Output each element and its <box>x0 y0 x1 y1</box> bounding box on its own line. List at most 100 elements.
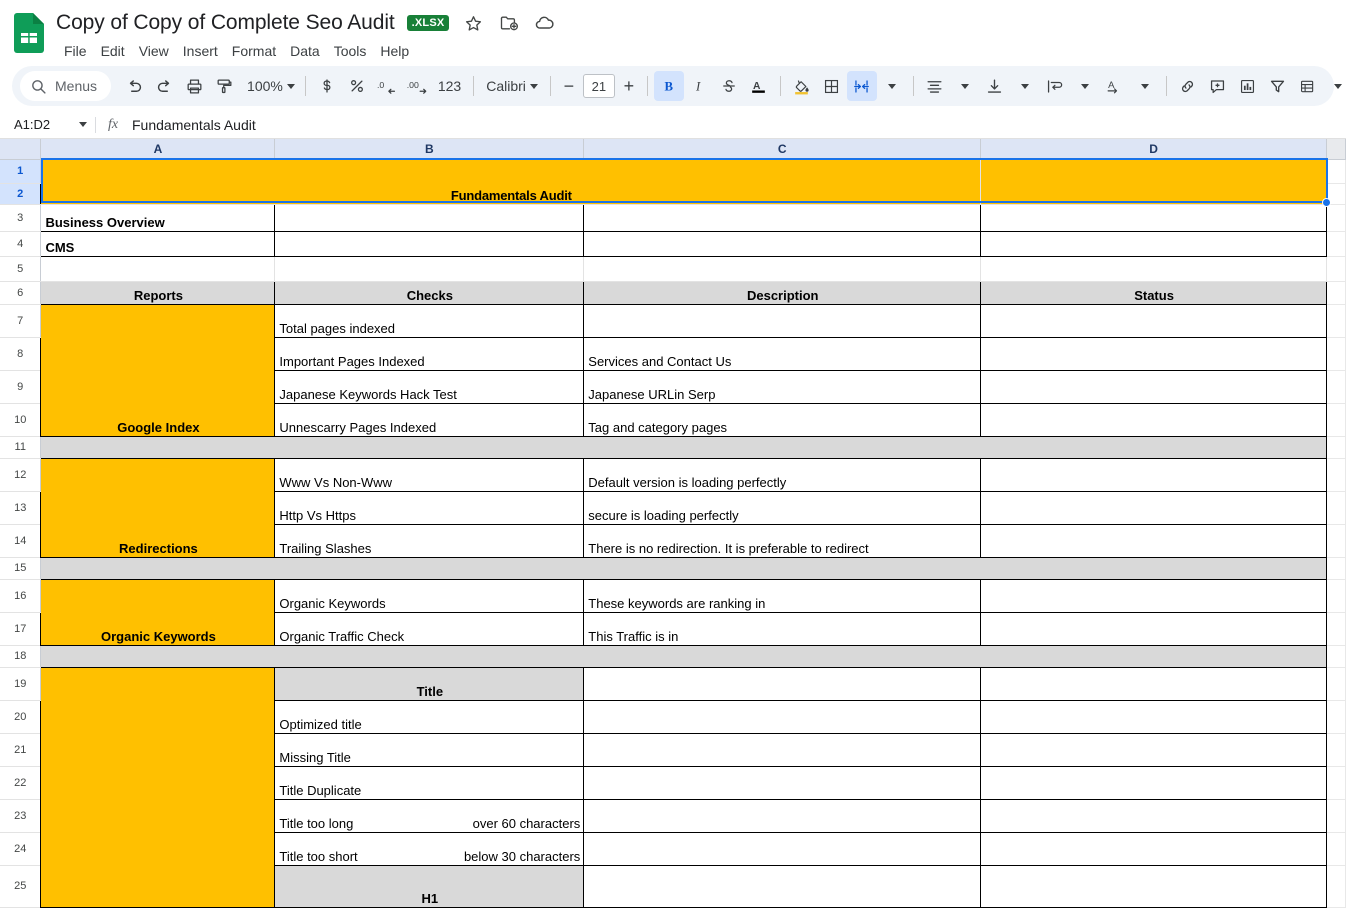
row-header-14[interactable]: 14 <box>0 524 42 558</box>
column-title-reports[interactable]: Reports <box>40 280 276 305</box>
cell-b3[interactable] <box>274 203 585 232</box>
merged-title-cell[interactable]: Fundamentals Audit <box>40 158 982 205</box>
subsection-header-h1[interactable]: H1 <box>274 864 585 908</box>
vertical-align-dropdown[interactable] <box>1010 71 1040 101</box>
horizontal-align-button[interactable] <box>920 71 950 101</box>
cell-d25[interactable] <box>980 864 1327 908</box>
strikethrough-button[interactable] <box>714 71 744 101</box>
font-size-input[interactable] <box>582 74 615 98</box>
cell-e14[interactable] <box>1326 524 1346 558</box>
cell-e7[interactable] <box>1326 304 1346 338</box>
cell-e17[interactable] <box>1326 612 1346 646</box>
row-header-20[interactable]: 20 <box>0 700 42 734</box>
section-label-organic-keywords[interactable]: Organic Keywords <box>40 578 276 646</box>
table-row[interactable]: 15 <box>0 556 1346 580</box>
cell-b4[interactable] <box>274 230 585 257</box>
row-header-21[interactable]: 21 <box>0 733 42 767</box>
zoom-selector[interactable]: 100% <box>239 71 299 101</box>
cell-c13[interactable]: secure is loading perfectly <box>583 490 982 525</box>
cell-c22[interactable] <box>583 765 982 800</box>
functions-button[interactable] <box>1293 71 1323 101</box>
column-title-checks[interactable]: Checks <box>274 280 585 305</box>
insert-comment-button[interactable] <box>1203 71 1233 101</box>
text-rotation-button[interactable]: A <box>1100 71 1130 101</box>
cell-a4[interactable]: CMS <box>40 230 276 257</box>
cell-b23[interactable]: Title too long over 60 characters <box>274 798 585 833</box>
cell-b12[interactable]: Www Vs Non-Www <box>274 457 585 492</box>
cell-c9[interactable]: Japanese URLin Serp <box>583 369 982 404</box>
row-header-25[interactable]: 25 <box>0 865 42 908</box>
text-rotation-dropdown[interactable] <box>1130 71 1160 101</box>
formula-input[interactable]: Fundamentals Audit <box>130 117 1346 133</box>
cell-c7[interactable] <box>583 303 982 338</box>
column-title-description[interactable]: Description <box>583 280 982 305</box>
subsection-header-title[interactable]: Title <box>274 666 585 701</box>
insert-chart-button[interactable] <box>1233 71 1263 101</box>
cell-b20[interactable]: Optimized title <box>274 699 585 734</box>
menu-data[interactable]: Data <box>283 39 327 63</box>
cell-c16[interactable]: These keywords are ranking in <box>583 578 982 613</box>
merge-cells-button[interactable] <box>846 71 877 101</box>
cell-c21[interactable] <box>583 732 982 767</box>
table-row[interactable]: 18 <box>0 644 1346 668</box>
paint-format-button[interactable] <box>209 71 239 101</box>
cell-d5[interactable] <box>980 256 1327 282</box>
cell-e25[interactable] <box>1326 865 1346 908</box>
cell-e13[interactable] <box>1326 491 1346 525</box>
cell-b21[interactable]: Missing Title <box>274 732 585 767</box>
row-header-15[interactable]: 15 <box>0 557 42 580</box>
row-header-23[interactable]: 23 <box>0 799 42 833</box>
text-color-button[interactable]: A <box>744 71 774 101</box>
undo-button[interactable] <box>119 71 149 101</box>
table-row[interactable]: 12 Redirections Www Vs Non-Www Default v… <box>0 457 1346 558</box>
cell-d23[interactable] <box>980 798 1327 833</box>
cell-e2[interactable] <box>1326 183 1346 205</box>
cell-a5[interactable] <box>40 256 276 282</box>
cell-e6[interactable] <box>1326 281 1346 305</box>
cell-b13[interactable]: Http Vs Https <box>274 490 585 525</box>
functions-dropdown[interactable] <box>1323 71 1346 101</box>
borders-button[interactable] <box>817 71 847 101</box>
cell-e8[interactable] <box>1326 337 1346 371</box>
table-row[interactable]: 3 Business Overview <box>0 203 1346 232</box>
cell-c17[interactable]: This Traffic is in <box>583 611 982 646</box>
cell-c10[interactable]: Tag and category pages <box>583 402 982 437</box>
row-header-24[interactable]: 24 <box>0 832 42 866</box>
section-separator[interactable] <box>40 435 1327 459</box>
cloud-saved-icon[interactable] <box>533 11 557 35</box>
text-wrap-button[interactable] <box>1040 71 1070 101</box>
cell-c23[interactable] <box>583 798 982 833</box>
menu-format[interactable]: Format <box>225 39 283 63</box>
cell-c19[interactable] <box>583 666 982 701</box>
row-header-7[interactable]: 7 <box>0 304 42 338</box>
decrease-decimal-button[interactable]: .0 <box>372 71 402 101</box>
cell-c12[interactable]: Default version is loading perfectly <box>583 457 982 492</box>
cell-c14[interactable]: There is no redirection. It is preferabl… <box>583 523 982 558</box>
section-label-google-index[interactable]: Google Index <box>40 303 276 437</box>
row-header-17[interactable]: 17 <box>0 612 42 646</box>
cell-d20[interactable] <box>980 699 1327 734</box>
cell-e3[interactable] <box>1326 204 1346 232</box>
cell-e20[interactable] <box>1326 700 1346 734</box>
cell-e21[interactable] <box>1326 733 1346 767</box>
row-header-12[interactable]: 12 <box>0 458 42 492</box>
merge-cells-dropdown[interactable] <box>877 71 907 101</box>
text-wrap-dropdown[interactable] <box>1070 71 1100 101</box>
cell-c25[interactable] <box>583 864 982 908</box>
cell-d19[interactable] <box>980 666 1327 701</box>
section-separator[interactable] <box>40 644 1327 668</box>
row-header-13[interactable]: 13 <box>0 491 42 525</box>
cell-d17[interactable] <box>980 611 1327 646</box>
cell-c24[interactable] <box>583 831 982 866</box>
cell-d4[interactable] <box>980 230 1327 257</box>
cell-e5[interactable] <box>1326 256 1346 282</box>
menus-search-button[interactable]: Menus <box>20 71 112 101</box>
column-header-c[interactable]: C <box>583 139 982 160</box>
cell-d3[interactable] <box>980 203 1327 232</box>
cell-b24[interactable]: Title too short below 30 characters <box>274 831 585 866</box>
row-header-11[interactable]: 11 <box>0 436 42 459</box>
cell-d7[interactable] <box>980 303 1327 338</box>
cell-c5[interactable] <box>583 256 982 282</box>
menu-insert[interactable]: Insert <box>176 39 225 63</box>
row-header-1[interactable]: 1 <box>0 159 42 184</box>
